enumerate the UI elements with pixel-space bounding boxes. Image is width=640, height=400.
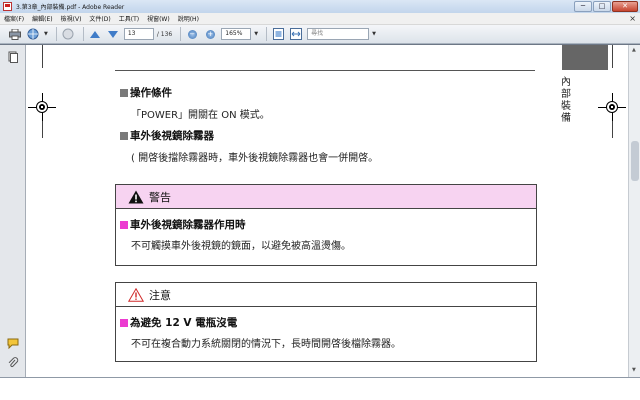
page-header-rule bbox=[115, 70, 535, 71]
menu-document[interactable]: 文件(D) bbox=[85, 14, 114, 23]
caution-header: 注意 bbox=[116, 283, 536, 307]
pink-square-bullet bbox=[120, 221, 128, 229]
menu-tools[interactable]: 工具(T) bbox=[115, 14, 143, 23]
scrollbar-thumb[interactable] bbox=[631, 141, 639, 181]
gray-square-bullet bbox=[120, 89, 128, 97]
caution-box: 注意 為避免 12 V 電瓶沒電 不可在複合動力系統關閉的情況下，長時間開啓後檔… bbox=[115, 282, 537, 362]
section-heading-mirror-defogger: 車外後視鏡除霧器 bbox=[120, 128, 214, 143]
arrow-down-icon bbox=[107, 30, 118, 38]
warning-box: 警告 車外後視鏡除霧器作用時 不可觸摸車外後視鏡的鏡面，以避免被高溫燙傷。 bbox=[115, 184, 537, 266]
minus-icon: − bbox=[187, 29, 197, 39]
scroll-down-icon[interactable]: ▼ bbox=[632, 367, 636, 373]
caution-triangle-icon bbox=[128, 287, 144, 302]
warning-text: 不可觸摸車外後視鏡的鏡面，以避免被高溫燙傷。 bbox=[131, 241, 351, 252]
warning-triangle-icon bbox=[128, 190, 144, 203]
scroll-up-icon[interactable]: ▲ bbox=[632, 47, 636, 53]
vertical-scrollbar[interactable]: ▲ ▼ bbox=[628, 45, 640, 377]
menu-file[interactable]: 檔案(F) bbox=[0, 14, 28, 23]
bottom-area bbox=[0, 377, 640, 400]
caution-label: 注意 bbox=[149, 288, 171, 302]
caution-subheading: 為避免 12 V 電瓶沒電 bbox=[120, 315, 237, 330]
zoom-out-button[interactable]: − bbox=[185, 27, 199, 41]
arrow-up-icon bbox=[89, 30, 100, 38]
document-close-icon[interactable]: × bbox=[629, 14, 636, 23]
toolbar-separator bbox=[266, 27, 268, 41]
print-button[interactable] bbox=[8, 27, 22, 41]
page-total: / 136 bbox=[156, 30, 173, 38]
pages-panel-icon[interactable] bbox=[7, 51, 19, 63]
menu-edit[interactable]: 編輯(E) bbox=[28, 14, 56, 23]
title-bar: 3.第3章_內部裝備.pdf - Adobe Reader ─ □ ✕ bbox=[0, 0, 640, 13]
registration-mark bbox=[606, 101, 618, 113]
close-button[interactable]: ✕ bbox=[612, 1, 638, 12]
zoom-in-button[interactable]: + bbox=[203, 27, 217, 41]
plus-icon: + bbox=[205, 29, 215, 39]
search-dropdown-icon[interactable]: ▼ bbox=[372, 31, 376, 37]
pdf-app-icon bbox=[3, 2, 12, 11]
toolbar: ▼ 13 / 136 − + 165% ▼ 尋找 ▼ bbox=[0, 25, 640, 44]
maximize-button[interactable]: □ bbox=[593, 1, 611, 12]
collaborate-button[interactable] bbox=[26, 27, 40, 41]
pink-square-bullet bbox=[120, 319, 128, 327]
comment-icon[interactable] bbox=[7, 337, 19, 349]
previous-page-button[interactable] bbox=[88, 27, 102, 41]
crop-mark bbox=[612, 45, 613, 68]
toolbar-separator bbox=[55, 27, 57, 41]
globe-icon bbox=[27, 28, 39, 40]
document-viewer[interactable]: 內部裝備 操作條件 「POWER」開關在 ON 模式。 車外後視鏡除霧器 ( 開… bbox=[26, 45, 628, 377]
page-number-input[interactable]: 13 bbox=[123, 28, 154, 40]
caution-text: 不可在複合動力系統關閉的情況下，長時間開啓後檔除霧器。 bbox=[131, 339, 401, 350]
section-heading-operating-conditions: 操作條件 bbox=[120, 85, 172, 100]
zoom-input[interactable]: 165% bbox=[221, 28, 252, 40]
gray-square-bullet bbox=[120, 132, 128, 140]
email-button[interactable] bbox=[61, 27, 75, 41]
warning-subheading: 車外後視鏡除霧器作用時 bbox=[120, 217, 246, 232]
menu-view[interactable]: 檢視(V) bbox=[57, 14, 86, 23]
crop-mark bbox=[42, 45, 43, 68]
fit-width-icon bbox=[290, 28, 303, 40]
window-title: 3.第3章_內部裝備.pdf - Adobe Reader bbox=[16, 4, 125, 11]
fit-page-button[interactable] bbox=[271, 27, 285, 41]
printer-icon bbox=[9, 28, 21, 40]
chevron-down-icon[interactable]: ▼ bbox=[44, 31, 48, 37]
toolbar-separator bbox=[180, 27, 182, 41]
menu-window[interactable]: 視窗(W) bbox=[143, 14, 174, 23]
chapter-tab bbox=[562, 45, 608, 70]
zoom-dropdown-icon[interactable]: ▼ bbox=[254, 31, 258, 37]
warning-label: 警告 bbox=[149, 190, 171, 204]
share-icon bbox=[62, 28, 74, 40]
toolbar-separator bbox=[82, 27, 84, 41]
next-page-button[interactable] bbox=[106, 27, 120, 41]
window-controls: ─ □ ✕ bbox=[574, 1, 638, 12]
mirror-defogger-text: ( 開啓後擋除霧器時，車外後視鏡除霧器也會一併開啓。 bbox=[131, 153, 379, 164]
paperclip-icon[interactable] bbox=[7, 357, 19, 369]
chapter-tab-label: 內部裝備 bbox=[561, 77, 571, 124]
registration-mark bbox=[36, 101, 48, 113]
menu-bar: 檔案(F) 編輯(E) 檢視(V) 文件(D) 工具(T) 視窗(W) 說明(H… bbox=[0, 13, 640, 25]
fit-page-icon bbox=[272, 28, 284, 40]
menu-help[interactable]: 說明(H) bbox=[174, 14, 203, 23]
fit-width-button[interactable] bbox=[289, 27, 303, 41]
search-input[interactable]: 尋找 bbox=[307, 28, 370, 40]
navigation-pane bbox=[0, 45, 26, 377]
warning-header: 警告 bbox=[116, 185, 536, 209]
minimize-button[interactable]: ─ bbox=[574, 1, 592, 12]
operating-conditions-text: 「POWER」開關在 ON 模式。 bbox=[131, 110, 270, 121]
